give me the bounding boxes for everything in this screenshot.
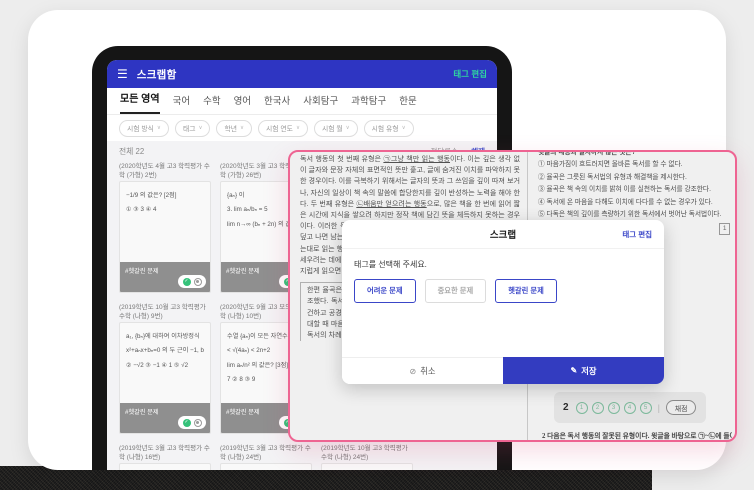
filter-exam-type[interactable]: 시험 유형∨ [364, 120, 414, 137]
tag-important-button[interactable]: 중요한 문제 [425, 279, 487, 303]
answer-check-icon[interactable]: ✓ [183, 278, 191, 286]
card-title: (2019학년도 3월 고3 학력평가 수학 (나형) 16번) [119, 444, 211, 463]
card-problem-text: 의 값은? [2점] [120, 464, 210, 470]
eye-icon[interactable] [194, 278, 202, 286]
card-title: (2019학년도 3월 고3 학력평가 수학 (나형) 24번) [220, 444, 312, 463]
card-tag-bar: #헷갈린 문제 ✓ [120, 403, 210, 433]
save-label: 저장 [581, 365, 596, 377]
answer-toggle-pill[interactable]: ✓ [178, 275, 206, 288]
problem-card[interactable]: (2019학년도 3월 고3 학력평가 수학 (나형) 24번) ③ 자연수 n… [220, 444, 312, 470]
scrap-modal: 스크랩 태그 편집 태그를 선택해 주세요. 어려운 문제 중요한 문제 헷갈린… [342, 220, 664, 384]
page-title: 스크랩함 [137, 67, 177, 82]
hamburger-menu-icon[interactable]: ☰ [117, 68, 128, 80]
edit-tags-link[interactable]: 태그 편집 [453, 68, 487, 80]
card-title: (2019학년도 10월 고3 학력평가 수학 (나형) 9번) [119, 303, 211, 322]
card-preview[interactable]: −1/9 의 값은? [2점] ① ③ 3 ④ 4 #헷갈린 문제 ✓ [119, 181, 211, 293]
card-tag: #헷갈린 문제 [125, 409, 159, 416]
filter-label: 시험 방식 [127, 123, 154, 133]
edit-tags-link[interactable]: 태그 편집 [622, 229, 652, 240]
card-problem-text: … [322, 464, 412, 470]
card-preview[interactable]: a₁, {bₙ}에 대하여 이차방정식 x²+aₙx+bₙ=0 의 두 근이 −… [119, 322, 211, 434]
card-problem-text: a₁, {bₙ}에 대하여 이차방정식 x²+aₙx+bₙ=0 의 두 근이 −… [120, 323, 210, 380]
scrap-overlay: 독서 행동의 첫 번째 유형은 ㉠그냥 책만 읽는 행동이다. 이는 깊은 생각… [288, 150, 737, 442]
app-header: ☰ 스크랩함 태그 편집 [107, 60, 497, 88]
filter-exam-year[interactable]: 시험 연도∨ [258, 120, 308, 137]
modal-body: 태그를 선택해 주세요. 어려운 문제 중요한 문제 헷갈린 문제 [342, 249, 664, 313]
tab-korean-history[interactable]: 한국사 [264, 93, 290, 114]
modal-footer: ⊘ 취소 ✎ 저장 [342, 357, 664, 384]
problem-card[interactable]: (2020학년도 4월 고3 학력평가 수학 (가형) 2번) −1/9 의 값… [119, 162, 211, 293]
eye-icon[interactable] [194, 419, 202, 427]
filter-tag[interactable]: 태그∨ [175, 120, 211, 137]
chevron-down-icon: ∨ [296, 125, 300, 131]
filter-exam-month[interactable]: 시험 월∨ [314, 120, 358, 137]
tab-english[interactable]: 영어 [234, 93, 251, 114]
card-title: (2020학년도 4월 고3 학력평가 수학 (가형) 2번) [119, 162, 211, 181]
modal-header: 스크랩 태그 편집 [342, 220, 664, 249]
pencil-icon: ✎ [571, 366, 578, 375]
card-preview[interactable]: 의 값은? [2점] [119, 463, 211, 470]
tab-hanmun[interactable]: 한문 [399, 93, 416, 114]
filter-label: 시험 유형 [372, 123, 399, 133]
cancel-button[interactable]: ⊘ 취소 [342, 357, 503, 384]
tag-confusing-button[interactable]: 헷갈린 문제 [495, 279, 557, 303]
total-count: 전체 22 [119, 146, 144, 157]
card-problem-text: ③ 자연수 n에 대하여 … [221, 464, 311, 470]
tab-korean[interactable]: 국어 [173, 93, 190, 114]
card-preview[interactable]: … [321, 463, 413, 470]
tab-social-studies[interactable]: 사회탐구 [303, 93, 338, 114]
filter-chip-row: 시험 방식∨ 태그∨ 학년∨ 시험 연도∨ 시험 월∨ 시험 유형∨ [107, 115, 497, 141]
problem-card[interactable]: (2019학년도 10월 고3 학력평가 수학 (나형) 9번) a₁, {bₙ… [119, 303, 211, 434]
card-tag-bar: #헷갈린 문제 ✓ [120, 262, 210, 292]
answer-check-icon[interactable]: ✓ [183, 419, 191, 427]
modal-title: 스크랩 [490, 227, 516, 241]
subject-tabs: 모든 영역 국어 수학 영어 한국사 사회탐구 과학탐구 한문 [107, 88, 497, 115]
chevron-down-icon: ∨ [240, 125, 244, 131]
card-tag: #헷갈린 문제 [125, 268, 159, 275]
cancel-circle-icon: ⊘ [410, 367, 417, 376]
card-tag: #헷갈린 문제 [226, 268, 260, 275]
card-preview[interactable]: ③ 자연수 n에 대하여 … [220, 463, 312, 470]
tag-difficult-button[interactable]: 어려운 문제 [354, 279, 416, 303]
chevron-down-icon: ∨ [157, 125, 161, 131]
chevron-down-icon: ∨ [402, 125, 406, 131]
filter-label: 시험 월 [322, 123, 343, 133]
card-problem-text: −1/9 의 값은? [2점] ① ③ 3 ④ 4 [120, 182, 210, 225]
screenshot-stage: ☰ 스크랩함 태그 편집 모든 영역 국어 수학 영어 한국사 사회탐구 과학탐… [0, 0, 754, 490]
cancel-label: 취소 [420, 365, 435, 377]
filter-label: 학년 [224, 123, 237, 133]
card-title: (2019학년도 10월 고3 학력평가 수학 (나형) 24번) [321, 444, 413, 463]
problem-card[interactable]: (2019학년도 3월 고3 학력평가 수학 (나형) 16번) 의 값은? [… [119, 444, 211, 470]
save-button[interactable]: ✎ 저장 [503, 357, 664, 384]
chevron-down-icon: ∨ [346, 125, 350, 131]
card-tag: #헷갈린 문제 [226, 409, 260, 416]
tag-button-row: 어려운 문제 중요한 문제 헷갈린 문제 [354, 279, 652, 303]
tab-all-areas[interactable]: 모든 영역 [120, 90, 160, 114]
filter-label: 시험 연도 [266, 123, 293, 133]
filter-grade[interactable]: 학년∨ [216, 120, 252, 137]
tab-science[interactable]: 과학탐구 [351, 93, 386, 114]
problem-card[interactable]: (2019학년도 10월 고3 학력평가 수학 (나형) 24번) … [321, 444, 413, 470]
chevron-down-icon: ∨ [198, 125, 202, 131]
answer-toggle-pill[interactable]: ✓ [178, 416, 206, 429]
tab-math[interactable]: 수학 [203, 93, 220, 114]
tag-prompt: 태그를 선택해 주세요. [354, 259, 652, 270]
filter-exam-method[interactable]: 시험 방식∨ [119, 120, 169, 137]
filter-label: 태그 [183, 123, 196, 133]
